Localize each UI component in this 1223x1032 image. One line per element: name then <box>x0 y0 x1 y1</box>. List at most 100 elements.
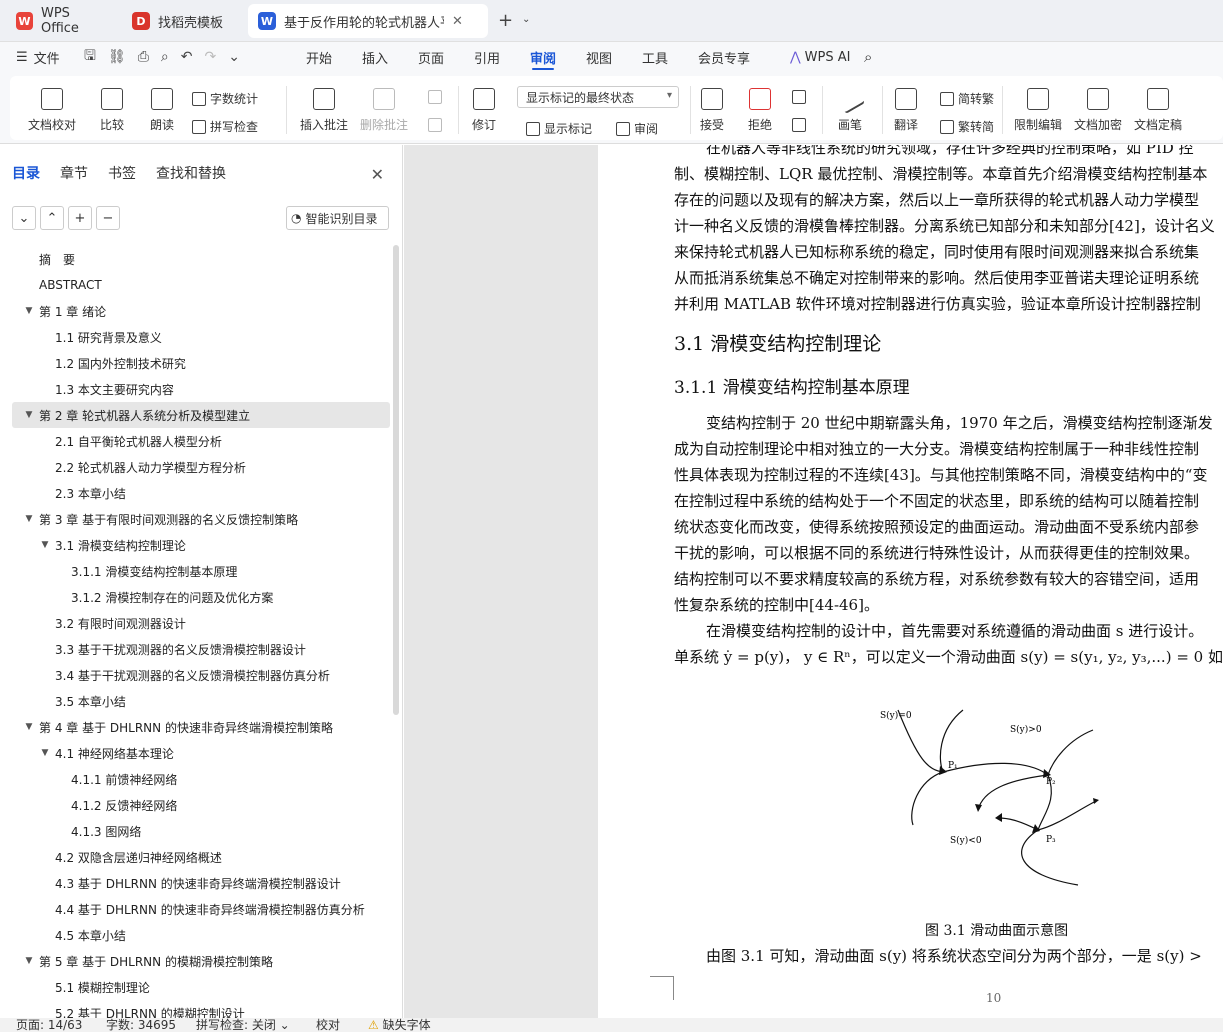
prev-comment-button[interactable] <box>428 90 446 104</box>
menu-file[interactable]: ☰ 文件 <box>16 42 60 72</box>
toc-item[interactable]: 3.1.2 滑模控制存在的问题及优化方案 <box>12 584 390 610</box>
menu-membership[interactable]: 会员专享 <box>698 42 750 72</box>
menu-insert[interactable]: 插入 <box>362 42 388 72</box>
toc-scrollbar[interactable] <box>393 245 399 715</box>
undo-icon[interactable]: ↶ <box>181 49 193 65</box>
print-icon[interactable]: ⎙ <box>138 49 149 65</box>
document-page[interactable]: 在机器人等非线性系统的研究领域，存在许多经典的控制策略，如 PID 控制、模糊控… <box>598 145 1223 1018</box>
toc-item[interactable]: 2.1 自平衡轮式机器人模型分析 <box>12 428 390 454</box>
toc-item[interactable]: 1.2 国内外控制技术研究 <box>12 350 390 376</box>
toc-item[interactable]: 4.1.1 前馈神经网络 <box>12 766 390 792</box>
toc-arrow-icon[interactable]: ▼ <box>38 748 52 758</box>
smart-toc-button[interactable]: ◔ 智能识别目录 <box>286 206 389 230</box>
menu-home[interactable]: 开始 <box>306 42 332 72</box>
toc-item[interactable]: 1.1 研究背景及意义 <box>12 324 390 350</box>
link-icon[interactable]: ⛓ <box>108 49 126 65</box>
toc-arrow-icon[interactable]: ▼ <box>22 410 36 420</box>
remove-heading-icon[interactable]: − <box>96 206 120 230</box>
toc-item[interactable]: ▼ 第 4 章 基于 DHLRNN 的快速非奇异终端滑模控制策略 <box>12 714 390 740</box>
tab-document[interactable]: W 基于反作用轮的轮式机器人平衡... ✕ <box>248 4 488 38</box>
new-tab-icon[interactable]: + <box>498 10 513 31</box>
tab-wps-office[interactable]: W WPS Office <box>6 4 118 38</box>
accept-button[interactable]: 接受 <box>700 88 724 133</box>
toc-item[interactable]: ▼ 4.1 神经网络基本理论 <box>12 740 390 766</box>
restrict-edit-button[interactable]: 限制编辑 <box>1014 88 1062 133</box>
toc-item[interactable]: 3.5 本章小结 <box>12 688 390 714</box>
chevron-down-icon[interactable]: ⌄ <box>522 14 530 25</box>
toc-item[interactable]: 2.2 轮式机器人动力学模型方程分析 <box>12 454 390 480</box>
tab-bookmarks[interactable]: 书签 <box>108 163 136 183</box>
read-aloud-button[interactable]: 朗读 <box>150 88 174 133</box>
toc-item[interactable]: ▼ 第 2 章 轮式机器人系统分析及模型建立 <box>12 402 390 428</box>
doc-check-button[interactable]: 文档校对 <box>28 88 76 133</box>
toc-item[interactable]: 4.3 基于 DHLRNN 的快速非奇异终端滑模控制器设计 <box>12 870 390 896</box>
delete-comment-button[interactable]: 删除批注 <box>360 88 408 133</box>
next-change-button[interactable] <box>792 118 810 132</box>
insert-comment-button[interactable]: 插入批注 <box>300 88 348 133</box>
add-heading-icon[interactable]: + <box>68 206 92 230</box>
toc-item[interactable]: ABSTRACT <box>12 272 390 298</box>
toc-item[interactable]: 4.2 双隐含层递归神经网络概述 <box>12 844 390 870</box>
search-icon[interactable]: ⌕ <box>864 42 872 72</box>
prev-change-button[interactable] <box>792 90 810 104</box>
toc-arrow-icon[interactable]: ▼ <box>22 306 36 316</box>
tab-sections[interactable]: 章节 <box>60 163 88 183</box>
expand-all-icon[interactable]: ⌄ <box>12 206 36 230</box>
track-changes-button[interactable]: 修订 <box>472 88 496 133</box>
pen-button[interactable]: 画笔 <box>834 83 866 133</box>
menu-view[interactable]: 视图 <box>586 42 612 72</box>
toc-arrow-icon[interactable]: ▼ <box>38 540 52 550</box>
word-count-indicator[interactable]: 字数: 34695 <box>106 1018 176 1032</box>
toc-arrow-icon[interactable]: ▼ <box>22 956 36 966</box>
spell-check-indicator[interactable]: 拼写检查: 关闭 ⌄ <box>196 1018 290 1032</box>
wps-ai-button[interactable]: ⋀ WPS AI <box>790 42 850 72</box>
to-simplified-button[interactable]: 繁转简 <box>940 118 994 135</box>
show-markup-button[interactable]: 显示标记 <box>526 120 592 137</box>
toc-arrow-icon[interactable]: ▼ <box>22 514 36 524</box>
toc-item[interactable]: ▼ 第 1 章 绪论 <box>12 298 390 324</box>
more-icon[interactable]: ⌄ <box>228 49 240 65</box>
close-icon[interactable]: ✕ <box>371 165 384 184</box>
toc-item[interactable]: 5.2 基于 DHLRNN 的模糊控制设计 <box>12 1000 390 1019</box>
toc-item[interactable]: 2.3 本章小结 <box>12 480 390 506</box>
toc-item[interactable]: 4.1.2 反馈神经网络 <box>12 792 390 818</box>
toc-item[interactable]: ▼ 第 5 章 基于 DHLRNN 的模糊滑模控制策略 <box>12 948 390 974</box>
preview-icon[interactable]: ⌕ <box>161 49 169 65</box>
close-icon[interactable]: ✕ <box>452 14 463 29</box>
markup-state-select[interactable]: 显示标记的最终状态 ▾ <box>517 86 679 108</box>
toc-item[interactable]: 1.3 本文主要研究内容 <box>12 376 390 402</box>
toc-item[interactable]: 3.1.1 滑模变结构控制基本原理 <box>12 558 390 584</box>
tab-docer-templates[interactable]: D 找稻壳模板 <box>122 4 242 38</box>
compare-button[interactable]: 比较 <box>100 88 124 133</box>
toc-item[interactable]: 4.1.3 图网络 <box>12 818 390 844</box>
to-traditional-button[interactable]: 简转繁 <box>940 90 994 107</box>
word-count-button[interactable]: 字数统计 <box>192 90 258 107</box>
finalize-button[interactable]: 文档定稿 <box>1134 88 1182 133</box>
save-icon[interactable]: 🖫 <box>84 45 96 69</box>
menu-references[interactable]: 引用 <box>474 42 500 72</box>
toc-item[interactable]: 3.4 基于干扰观测器的名义反馈滑模控制器仿真分析 <box>12 662 390 688</box>
toc-item[interactable]: 5.1 模糊控制理论 <box>12 974 390 1000</box>
encrypt-button[interactable]: 文档加密 <box>1074 88 1122 133</box>
toc-arrow-icon[interactable]: ▼ <box>22 722 36 732</box>
redo-icon[interactable]: ↷ <box>205 49 217 65</box>
tab-toc[interactable]: 目录 <box>12 163 40 183</box>
next-comment-button[interactable] <box>428 118 446 132</box>
menu-tools[interactable]: 工具 <box>642 42 668 72</box>
tab-find-replace[interactable]: 查找和替换 <box>156 163 226 183</box>
toc-item[interactable]: 4.4 基于 DHLRNN 的快速非奇异终端滑模控制器仿真分析 <box>12 896 390 922</box>
proofread-indicator[interactable]: 校对 <box>316 1018 340 1032</box>
translate-button[interactable]: 翻译 <box>894 88 918 133</box>
menu-page[interactable]: 页面 <box>418 42 444 72</box>
toc-item[interactable]: 4.5 本章小结 <box>12 922 390 948</box>
page-indicator[interactable]: 页面: 14/63 <box>16 1018 82 1032</box>
missing-font-indicator[interactable]: ⚠ 缺失字体 <box>368 1018 431 1032</box>
reject-button[interactable]: 拒绝 <box>748 88 772 133</box>
toc-item[interactable]: 3.3 基于干扰观测器的名义反馈滑模控制器设计 <box>12 636 390 662</box>
spell-check-button[interactable]: 拼写检查 <box>192 118 258 135</box>
toc-item[interactable]: 摘 要 <box>12 246 390 272</box>
toc-item[interactable]: 3.2 有限时间观测器设计 <box>12 610 390 636</box>
menu-review[interactable]: 审阅 <box>530 42 556 72</box>
collapse-all-icon[interactable]: ⌃ <box>40 206 64 230</box>
toc-item[interactable]: ▼ 3.1 滑模变结构控制理论 <box>12 532 390 558</box>
